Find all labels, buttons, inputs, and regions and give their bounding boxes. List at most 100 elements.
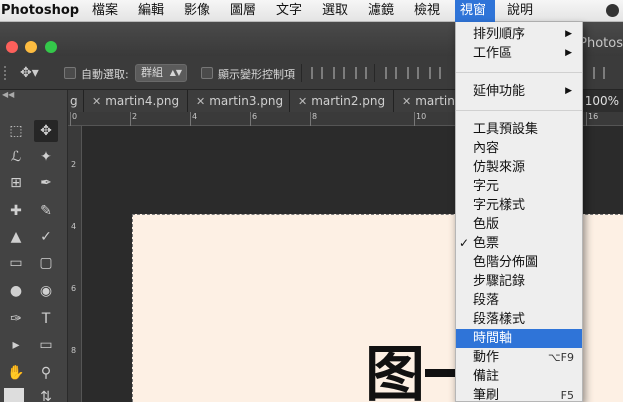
menu-item-history[interactable]: 步驟記錄 bbox=[456, 272, 582, 291]
tab-label: martin4.png bbox=[105, 94, 180, 108]
menu-layer[interactable]: 圖層 bbox=[230, 0, 256, 22]
collapse-panel-icon[interactable]: ◀◀ bbox=[2, 90, 14, 99]
gradient-tool-icon[interactable]: ▢ bbox=[34, 252, 58, 274]
maximize-window-button[interactable] bbox=[45, 41, 57, 53]
auto-select-checkbox[interactable] bbox=[64, 67, 76, 79]
menu-image[interactable]: 影像 bbox=[184, 0, 210, 22]
crop-tool-icon[interactable]: ⊞ bbox=[4, 172, 28, 194]
dodge-tool-icon[interactable]: ◉ bbox=[34, 280, 58, 302]
menu-item-label: 色階分佈圖 bbox=[473, 255, 539, 270]
submenu-arrow-icon: ▶ bbox=[565, 48, 572, 58]
menu-item-properties[interactable]: 內容 bbox=[456, 139, 582, 158]
menu-item-paragraph[interactable]: 段落 bbox=[456, 291, 582, 310]
document-tab[interactable]: g bbox=[68, 90, 84, 112]
menu-item-label: 筆刷 bbox=[473, 388, 500, 402]
menu-file[interactable]: 檔案 bbox=[92, 0, 118, 22]
align-vertical-center-icon[interactable] bbox=[333, 67, 345, 79]
menu-item-paragraph-styles[interactable]: 段落樣式 bbox=[456, 310, 582, 329]
rectangle-tool-icon[interactable]: ▭ bbox=[34, 334, 58, 356]
move-tool-button-icon[interactable]: ✥ bbox=[34, 120, 58, 142]
move-tool-icon[interactable]: ✥▾ bbox=[20, 65, 39, 81]
hand-tool-icon[interactable]: ✋ bbox=[4, 362, 28, 384]
clone-stamp-tool-icon[interactable]: ▲ bbox=[4, 226, 28, 248]
close-tab-icon[interactable]: ✕ bbox=[298, 95, 307, 108]
menu-item-shortcut: ⌥F9 bbox=[547, 351, 574, 364]
show-transform-controls-checkbox[interactable] bbox=[201, 67, 213, 79]
eyedropper-tool-icon[interactable]: ✒ bbox=[34, 172, 58, 194]
close-window-button[interactable] bbox=[6, 41, 18, 53]
blur-tool-icon[interactable]: ● bbox=[4, 280, 28, 302]
menu-item-extensions[interactable]: 延伸功能 ▶ bbox=[456, 82, 582, 101]
menu-type[interactable]: 文字 bbox=[276, 0, 302, 22]
swap-colors-icon[interactable]: ⇅ bbox=[34, 386, 58, 402]
menu-item-brush[interactable]: 筆刷 F5 bbox=[456, 386, 582, 402]
options-separator bbox=[374, 64, 375, 82]
menu-item-shortcut: F5 bbox=[560, 389, 574, 402]
ruler-tick bbox=[414, 112, 415, 126]
menu-item-notes[interactable]: 備註 bbox=[456, 367, 582, 386]
close-tab-icon[interactable]: ✕ bbox=[196, 95, 205, 108]
path-selection-tool-icon[interactable]: ▸ bbox=[4, 334, 28, 356]
pen-tool-icon[interactable]: ✑ bbox=[4, 308, 28, 330]
submenu-arrow-icon: ▶ bbox=[565, 29, 572, 39]
menu-select[interactable]: 選取 bbox=[322, 0, 348, 22]
document-tab[interactable]: ✕ martin3.png bbox=[188, 90, 290, 112]
document-tab[interactable]: ✕ martin4.png bbox=[84, 90, 188, 112]
menu-view[interactable]: 檢視 bbox=[414, 0, 440, 22]
magic-wand-tool-icon[interactable]: ✦ bbox=[34, 146, 58, 168]
foreground-color-swatch[interactable] bbox=[4, 388, 24, 402]
zoom-tool-icon[interactable]: ⚲ bbox=[34, 362, 58, 384]
menu-item-label: 排列順序 bbox=[473, 27, 526, 42]
lasso-tool-icon[interactable]: ℒ bbox=[4, 146, 28, 168]
align-right-icon[interactable] bbox=[429, 67, 441, 79]
menu-item-tool-presets[interactable]: 工具預設集 bbox=[456, 120, 582, 139]
marquee-tool-icon[interactable]: ⬚ bbox=[4, 120, 28, 142]
menu-item-character-styles[interactable]: 字元樣式 bbox=[456, 196, 582, 215]
ruler-label: 6 bbox=[252, 112, 258, 121]
menu-window[interactable]: 視窗 bbox=[455, 0, 495, 22]
tab-label: martin2.png bbox=[311, 94, 386, 108]
ruler-tick bbox=[130, 112, 131, 126]
menu-app-photoshop[interactable]: Photoshop bbox=[1, 0, 79, 22]
align-horizontal-center-icon[interactable] bbox=[407, 67, 419, 79]
menu-item-arrange[interactable]: 排列順序 ▶ bbox=[456, 25, 582, 44]
align-top-icon[interactable] bbox=[311, 67, 323, 79]
distribute-icon[interactable] bbox=[593, 67, 605, 79]
tab-label: g bbox=[70, 94, 78, 108]
menu-filter[interactable]: 濾鏡 bbox=[368, 0, 394, 22]
menu-item-histogram[interactable]: 色階分佈圖 bbox=[456, 253, 582, 272]
history-brush-tool-icon[interactable]: ✓ bbox=[34, 226, 58, 248]
menu-item-actions[interactable]: 動作 ⌥F9 bbox=[456, 348, 582, 367]
menu-item-label: 備註 bbox=[473, 369, 500, 384]
type-tool-icon[interactable]: T bbox=[34, 308, 58, 330]
ruler-tick bbox=[70, 112, 71, 126]
minimize-window-button[interactable] bbox=[25, 41, 37, 53]
menu-divider bbox=[456, 72, 582, 73]
zoom-level: 100% bbox=[584, 94, 619, 108]
menu-item-channels[interactable]: 色版 bbox=[456, 215, 582, 234]
menu-edit[interactable]: 編輯 bbox=[138, 0, 164, 22]
align-bottom-icon[interactable] bbox=[355, 67, 367, 79]
options-separator bbox=[301, 64, 302, 82]
document-tab[interactable]: ✕ martin2.png bbox=[290, 90, 394, 112]
close-tab-icon[interactable]: ✕ bbox=[402, 95, 411, 108]
document-tab[interactable]: ✕ martin bbox=[394, 90, 458, 112]
menu-item-character[interactable]: 字元 bbox=[456, 177, 582, 196]
healing-brush-tool-icon[interactable]: ✚ bbox=[4, 200, 28, 222]
status-tray-icon[interactable] bbox=[606, 4, 619, 17]
menu-item-clone-source[interactable]: 仿製來源 bbox=[456, 158, 582, 177]
close-tab-icon[interactable]: ✕ bbox=[92, 95, 101, 108]
window-menu-dropdown: 排列順序 ▶ 工作區 ▶ 延伸功能 ▶ 工具預設集 內容 仿製來源 字元 字元樣… bbox=[455, 22, 583, 402]
menu-item-timeline[interactable]: 時間軸 bbox=[456, 329, 582, 348]
menu-item-workspace[interactable]: 工作區 ▶ bbox=[456, 44, 582, 63]
menu-item-label: 工具預設集 bbox=[473, 122, 539, 137]
vertical-ruler[interactable]: 2 4 6 8 bbox=[68, 126, 82, 402]
eraser-tool-icon[interactable]: ▭ bbox=[4, 252, 28, 274]
menu-item-swatches[interactable]: ✓ 色票 bbox=[456, 234, 582, 253]
options-bar-grip[interactable] bbox=[4, 66, 10, 80]
menu-item-label: 段落 bbox=[473, 293, 500, 308]
brush-tool-icon[interactable]: ✎ bbox=[34, 200, 58, 222]
align-left-icon[interactable] bbox=[385, 67, 397, 79]
menu-help[interactable]: 說明 bbox=[507, 0, 533, 22]
auto-select-dropdown[interactable]: 群組 ▲▼ bbox=[135, 64, 187, 82]
